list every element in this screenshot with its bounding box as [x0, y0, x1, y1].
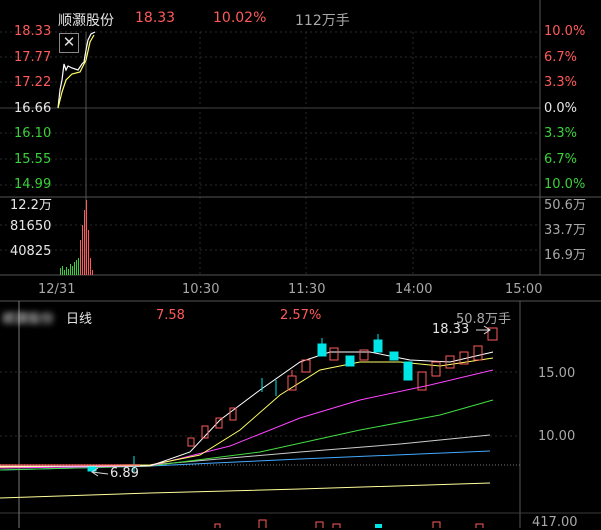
pct-axis-label: 10.0%: [544, 177, 586, 192]
time-axis-label: 14:00: [395, 282, 433, 297]
volume-axis-label-right: 50.6万: [544, 198, 586, 213]
pct-axis-label: 0.0%: [544, 101, 578, 116]
price-axis-label: 16.10: [14, 126, 52, 141]
daily-ma-change: 2.57%: [280, 308, 322, 323]
volume-axis-label: 12.2万: [10, 198, 52, 213]
daily-period-label[interactable]: 日线: [66, 308, 92, 327]
price-axis-label: 14.99: [14, 177, 52, 192]
price-axis-label: 18.33: [14, 24, 52, 39]
volume-axis-label: 81650: [10, 219, 52, 234]
price-axis-label: 17.22: [14, 75, 52, 90]
price-axis-label: 17.77: [14, 50, 52, 65]
volume-axis-label-right: 16.9万: [544, 248, 586, 263]
time-axis-label: 12/31: [38, 282, 76, 297]
daily-price-axis-label: 15.00: [538, 366, 576, 381]
time-axis-label: 10:30: [182, 282, 220, 297]
volume-axis-label: 40825: [10, 244, 52, 259]
pct-axis-label: 6.7%: [544, 152, 578, 167]
high-price-marker: 18.33: [432, 322, 470, 337]
volume-axis-label-right: 33.7万: [544, 223, 586, 238]
pct-axis-label: 3.3%: [544, 126, 578, 141]
daily-ma-value: 7.58: [156, 308, 185, 323]
daily-price-axis-label: 10.00: [538, 429, 576, 444]
price-axis-label: 16.66: [14, 101, 52, 116]
time-axis-label: 11:30: [288, 282, 326, 297]
time-axis-label: 15:00: [505, 282, 543, 297]
price-axis-label: 15.55: [14, 152, 52, 167]
chart-canvas: [0, 0, 601, 528]
pct-axis-label: 3.3%: [544, 75, 578, 90]
pct-axis-label: 6.7%: [544, 50, 578, 65]
low-price-marker: 6.89: [110, 466, 139, 481]
daily-stock-name: 顺灏股份: [2, 312, 55, 327]
pct-axis-label: 10.0%: [544, 24, 586, 39]
